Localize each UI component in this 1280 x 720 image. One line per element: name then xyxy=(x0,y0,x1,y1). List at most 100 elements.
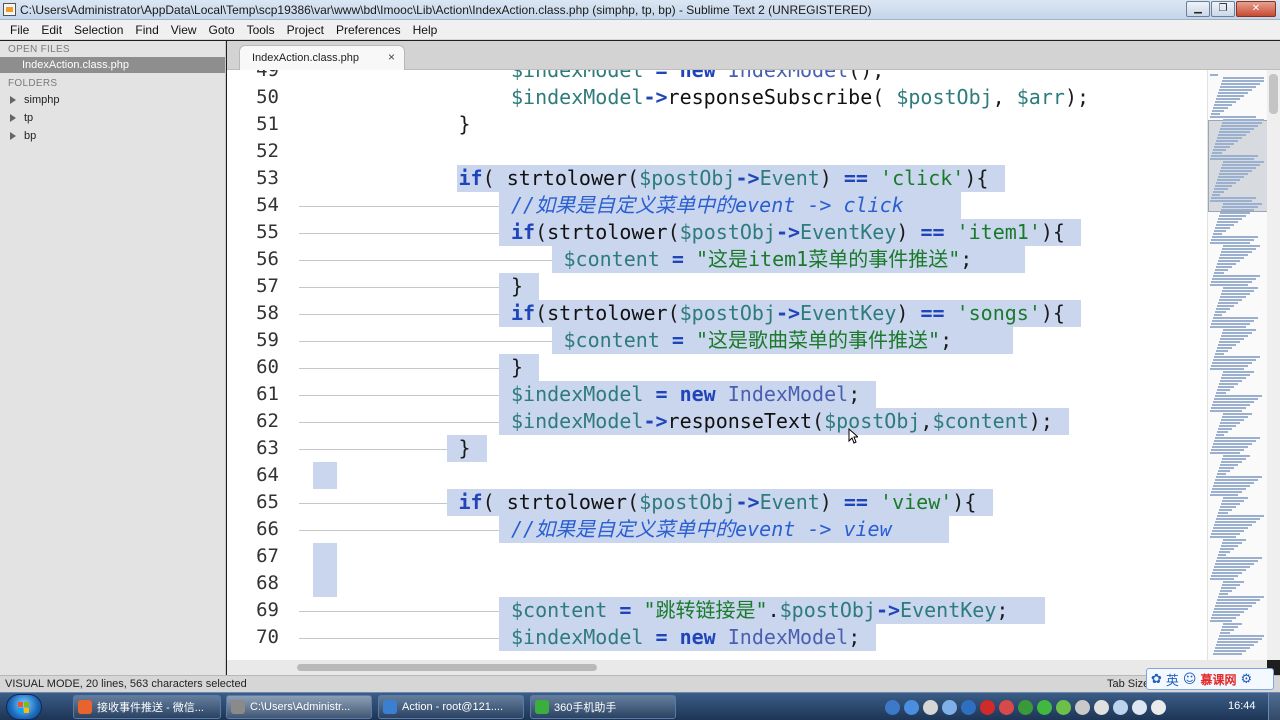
folder-tp[interactable]: tp xyxy=(0,109,225,127)
code-text: $indexModel = new IndexModel(); xyxy=(511,70,885,82)
code-line[interactable]: $indexModel->responseSubscribe( $postObj… xyxy=(227,84,1207,111)
ime-icon[interactable] xyxy=(1151,699,1166,715)
minimap-code-line xyxy=(1212,488,1246,490)
code-line[interactable]: $content = "跳转链接是".$postObj->EventKey; xyxy=(227,597,1207,624)
code-line[interactable]: $indexModel->responseText($postObj,$cont… xyxy=(227,408,1207,435)
code-line[interactable]: } xyxy=(227,111,1207,138)
menu-preferences[interactable]: Preferences xyxy=(330,20,407,39)
status-bar: VISUAL MODE, 20 lines, 563 characters se… xyxy=(0,675,1280,692)
taskbar-item-sublime[interactable]: C:\Users\Administr... xyxy=(226,695,372,719)
menu-find[interactable]: Find xyxy=(129,20,164,39)
minimap[interactable] xyxy=(1207,70,1267,660)
clock[interactable]: 16:44 xyxy=(1228,700,1256,712)
shield-icon[interactable] xyxy=(1018,699,1033,715)
code-line[interactable]: $indexModel = new IndexModel; xyxy=(227,624,1207,651)
code-line[interactable]: //如果是自定义菜单中的event -> view xyxy=(227,516,1207,543)
code-line[interactable] xyxy=(227,570,1207,597)
menu-goto[interactable]: Goto xyxy=(203,20,241,39)
minimap-code-line xyxy=(1214,482,1254,484)
menu-tools[interactable]: Tools xyxy=(241,20,281,39)
horizontal-scrollbar[interactable] xyxy=(227,660,1267,675)
menu-help[interactable]: Help xyxy=(407,20,444,39)
expand-arrow-icon[interactable] xyxy=(10,132,16,140)
expand-arrow-icon[interactable] xyxy=(10,96,16,104)
wifi-icon[interactable] xyxy=(942,699,957,715)
code-line[interactable]: $indexModel = new IndexModel(); xyxy=(227,70,1207,84)
clock-icon[interactable] xyxy=(923,699,938,715)
code-line[interactable] xyxy=(227,462,1207,489)
taskbar-item-360-assistant[interactable]: 360手机助手 xyxy=(530,695,676,719)
smiley-icon[interactable]: ☺ xyxy=(1183,672,1197,687)
start-button[interactable] xyxy=(6,694,42,720)
minimize-button[interactable]: ▁ xyxy=(1186,1,1210,17)
expand-arrow-icon[interactable] xyxy=(10,114,16,122)
minimap-code-line xyxy=(1213,653,1242,655)
minimap-code-line xyxy=(1223,413,1252,415)
menu-file[interactable]: File xyxy=(4,20,35,39)
code-line[interactable]: $content = "这是item1菜单的事件推送"; xyxy=(227,246,1207,273)
menu-project[interactable]: Project xyxy=(281,20,330,39)
vertical-scrollbar[interactable] xyxy=(1267,70,1280,660)
code-line[interactable]: if( strtolower($postObj->Event) == 'clic… xyxy=(227,165,1207,192)
minimap-code-line xyxy=(1219,551,1230,553)
minimap-code-line xyxy=(1213,527,1248,529)
maximize-button[interactable]: ❐ xyxy=(1211,1,1235,17)
monitor-icon[interactable] xyxy=(1075,699,1090,715)
close-button[interactable]: ✕ xyxy=(1236,1,1276,17)
minimap-code-line xyxy=(1214,314,1222,316)
qq-icon[interactable] xyxy=(1094,699,1109,715)
volume-icon[interactable] xyxy=(1132,699,1147,715)
code-line[interactable]: } xyxy=(227,273,1207,300)
taskbar-item-browser[interactable]: 接收事件推送 - 微信... xyxy=(73,695,221,719)
minimap-code-line xyxy=(1215,395,1262,397)
code-editor[interactable]: 49 50 51 52 53 54 55 56 57 58 59 60 61 62 63 64 65 66 67 68… xyxy=(227,70,1207,660)
tray-app-icon[interactable] xyxy=(885,699,900,715)
paw-icon[interactable]: ✿ xyxy=(1151,672,1162,687)
play-icon[interactable] xyxy=(961,699,976,715)
code-line[interactable]: $indexModel = new IndexModel; xyxy=(227,381,1207,408)
sublime-app-icon xyxy=(3,3,16,16)
tab-close-icon[interactable]: × xyxy=(388,50,395,64)
record-icon[interactable] xyxy=(980,699,995,715)
tab-size-indicator[interactable]: Tab Size xyxy=(1107,678,1149,690)
menu-edit[interactable]: Edit xyxy=(35,20,68,39)
show-desktop-button[interactable] xyxy=(1268,693,1280,720)
minimap-code-line xyxy=(1215,143,1234,145)
ime-toolbar[interactable]: ✿ 英 ☺ 慕课网 ⚙ xyxy=(1146,668,1274,690)
menu-selection[interactable]: Selection xyxy=(68,20,129,39)
code-line[interactable]: } xyxy=(227,354,1207,381)
settings-icon[interactable]: ⚙ xyxy=(1241,672,1253,687)
code-line[interactable]: } xyxy=(227,435,1207,462)
code-line[interactable]: //如果是自定义菜单中的event -> click xyxy=(227,192,1207,219)
window-controls: ▁ ❐ ✕ xyxy=(1186,1,1276,17)
code-line[interactable]: $content = "这是歌曲菜单的事件推送"; xyxy=(227,327,1207,354)
code-line[interactable] xyxy=(227,543,1207,570)
help-icon[interactable] xyxy=(904,699,919,715)
code-text: $indexModel->responseSubscribe( $postObj… xyxy=(511,85,1090,109)
tab-indexaction[interactable]: IndexAction.class.php × xyxy=(239,45,405,70)
code-line[interactable]: if(strtolower($postObj->EventKey) == 'it… xyxy=(227,219,1207,246)
minimap-code-line xyxy=(1210,620,1232,622)
open-file-item[interactable]: IndexAction.class.php xyxy=(0,57,225,73)
minimap-code-line xyxy=(1217,179,1240,181)
network-icon[interactable] xyxy=(1113,699,1128,715)
code-line[interactable]: if(strtolower($postObj->EventKey) == 'so… xyxy=(227,300,1207,327)
add-icon[interactable] xyxy=(1037,699,1052,715)
horizontal-scroll-thumb[interactable] xyxy=(297,664,597,671)
gpu-icon[interactable] xyxy=(1056,699,1071,715)
menu-view[interactable]: View xyxy=(165,20,203,39)
ime-language[interactable]: 英 xyxy=(1166,670,1179,689)
minimap-code-line xyxy=(1214,440,1256,442)
taskbar-item-terminal[interactable]: Action - root@121.... xyxy=(378,695,524,719)
folder-bp[interactable]: bp xyxy=(0,127,225,145)
code-line[interactable]: if( strtolower($postObj->Event) == 'view… xyxy=(227,489,1207,516)
folder-simphp[interactable]: simphp xyxy=(0,91,225,109)
code-line[interactable] xyxy=(227,138,1207,165)
minimap-code-line xyxy=(1211,113,1220,115)
minimap-code-line xyxy=(1216,476,1262,478)
minimap-code-line xyxy=(1217,95,1244,97)
minimap-code-line xyxy=(1211,449,1244,451)
vertical-scroll-thumb[interactable] xyxy=(1269,74,1278,114)
selection-highlight xyxy=(313,570,337,597)
stop-icon[interactable] xyxy=(999,699,1014,715)
